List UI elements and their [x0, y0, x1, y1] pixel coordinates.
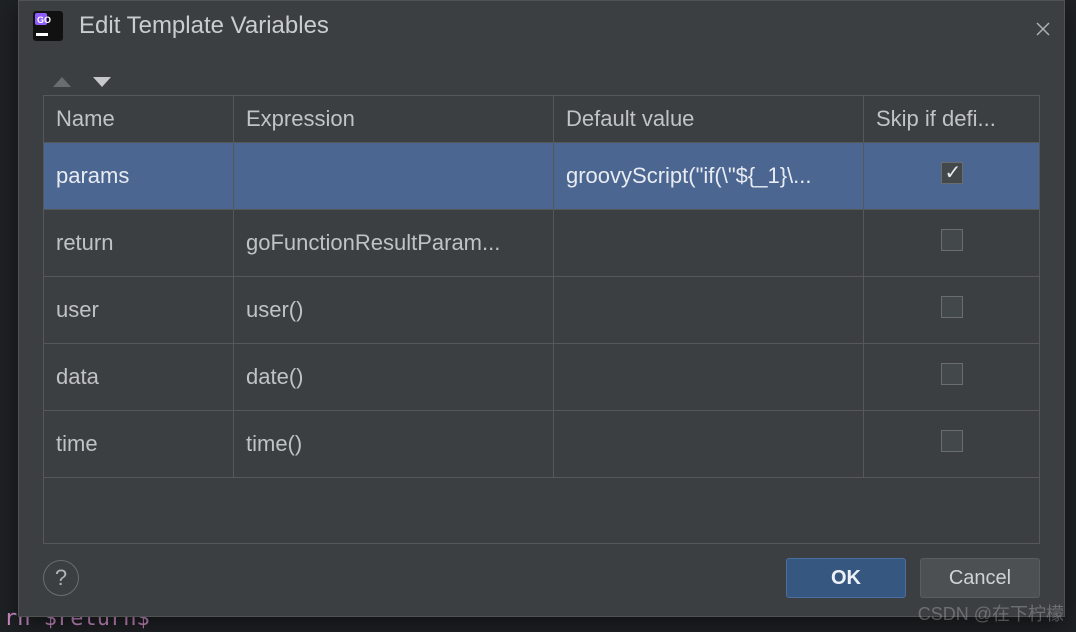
triangle-down-icon — [91, 75, 113, 89]
cell-expression[interactable]: goFunctionResultParam... — [234, 210, 554, 277]
edit-template-variables-dialog: GO Edit Template Variables Name — [18, 0, 1065, 617]
col-header-name[interactable]: Name — [44, 96, 234, 143]
move-down-button[interactable] — [91, 75, 113, 89]
table-row[interactable]: datadate() — [44, 344, 1040, 411]
table-row[interactable]: useruser() — [44, 277, 1040, 344]
checkbox[interactable] — [941, 229, 963, 251]
dialog-button-bar: ? OK Cancel — [19, 544, 1064, 616]
cell-expression[interactable]: date() — [234, 344, 554, 411]
ok-button[interactable]: OK — [786, 558, 906, 598]
cell-default[interactable] — [554, 277, 864, 344]
cell-default[interactable]: groovyScript("if(\"${_1}\... — [554, 143, 864, 210]
cancel-button[interactable]: Cancel — [920, 558, 1040, 598]
cell-skip[interactable] — [864, 411, 1040, 478]
cell-skip[interactable] — [864, 143, 1040, 210]
table-row[interactable]: returngoFunctionResultParam... — [44, 210, 1040, 277]
cell-skip[interactable] — [864, 344, 1040, 411]
app-icon: GO — [33, 11, 63, 41]
cell-default[interactable] — [554, 344, 864, 411]
cell-name[interactable]: data — [44, 344, 234, 411]
cell-name[interactable]: time — [44, 411, 234, 478]
cell-default[interactable] — [554, 411, 864, 478]
close-icon — [1036, 22, 1050, 36]
col-header-expression[interactable]: Expression — [234, 96, 554, 143]
help-button[interactable]: ? — [43, 560, 79, 596]
cell-expression[interactable] — [234, 143, 554, 210]
variables-table: Name Expression Default value Skip if de… — [43, 95, 1040, 544]
checkbox[interactable] — [941, 296, 963, 318]
checkbox[interactable] — [941, 430, 963, 452]
svg-text:GO: GO — [37, 15, 51, 25]
col-header-default[interactable]: Default value — [554, 96, 864, 143]
table-row[interactable]: timetime() — [44, 411, 1040, 478]
cell-skip[interactable] — [864, 210, 1040, 277]
move-up-button[interactable] — [51, 75, 73, 89]
cell-expression[interactable]: time() — [234, 411, 554, 478]
dialog-title: Edit Template Variables — [79, 12, 1036, 40]
checkbox[interactable] — [941, 162, 963, 184]
reorder-toolbar — [43, 71, 1040, 95]
cell-name[interactable]: params — [44, 143, 234, 210]
cell-name[interactable]: return — [44, 210, 234, 277]
dialog-titlebar[interactable]: GO Edit Template Variables — [19, 1, 1064, 51]
table-empty-area — [44, 478, 1040, 544]
close-button[interactable] — [1036, 19, 1050, 33]
triangle-up-icon — [51, 75, 73, 89]
cell-default[interactable] — [554, 210, 864, 277]
checkbox[interactable] — [941, 363, 963, 385]
cell-skip[interactable] — [864, 277, 1040, 344]
table-row[interactable]: params groovyScript("if(\"${_1}\... — [44, 143, 1040, 210]
cell-name[interactable]: user — [44, 277, 234, 344]
cell-expression[interactable]: user() — [234, 277, 554, 344]
col-header-skip[interactable]: Skip if defi... — [864, 96, 1040, 143]
